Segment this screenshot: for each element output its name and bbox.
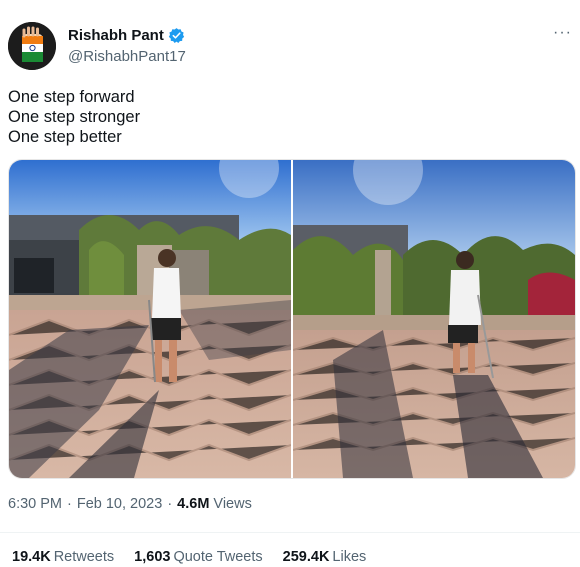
photo-2[interactable] [293,160,575,478]
tweet-media [8,159,576,479]
views-label: Views [213,496,252,512]
rooftop-photo-1 [9,160,291,478]
retweets-label: Retweets [53,549,115,565]
author-handle[interactable]: @RishabhPant17 [68,48,186,65]
meta-separator: · [67,496,72,512]
views-count: 4.6M [177,496,210,512]
tweet-time[interactable]: 6:30 PM [8,496,62,512]
quote-tweets-label: Quote Tweets [173,549,263,565]
retweets-count: 19.4K [12,549,51,565]
quote-tweets-count: 1,603 [134,549,171,565]
retweets-stat[interactable]: 19.4K Retweets [12,549,114,565]
tweet-line: One step better [8,128,122,146]
tweet-header: Rishabh Pant @RishabhPant17 ··· [8,22,572,74]
tweet-line: One step stronger [8,108,141,126]
tweet-date[interactable]: Feb 10, 2023 [77,496,162,512]
likes-count: 259.4K [282,549,330,565]
likes-label: Likes [332,549,367,565]
tweet-text: One step forward One step stronger One s… [8,87,140,147]
tweet-stats: 19.4K Retweets 1,603 Quote Tweets 259.4K Li… [12,549,366,565]
divider [0,532,580,533]
rooftop-photo-2 [293,160,575,478]
tweet-line: One step forward [8,88,135,106]
photo-1[interactable] [9,160,291,478]
meta-separator: · [167,496,173,512]
verified-badge-icon [168,28,185,44]
tweet-meta: 6:30 PM · Feb 10, 2023 · 4.6M Views [8,496,252,512]
likes-stat[interactable]: 259.4K Likes [283,549,367,565]
avatar[interactable] [8,22,56,70]
author-name-row: Rishabh Pant [68,27,185,44]
more-options-icon[interactable]: ··· [553,24,572,42]
author-name[interactable]: Rishabh Pant [68,27,164,44]
india-flag-hand-avatar-icon [8,22,56,70]
quote-tweets-stat[interactable]: 1,603 Quote Tweets [134,549,263,565]
